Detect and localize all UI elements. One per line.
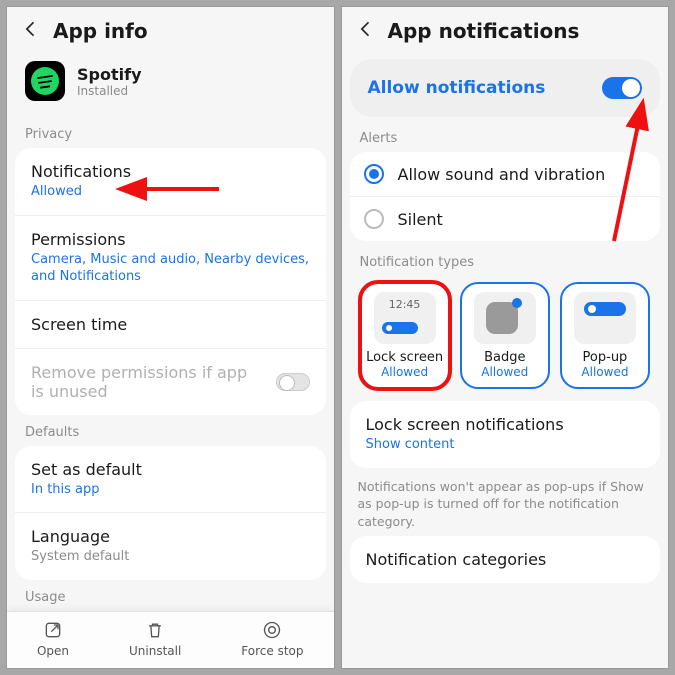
badge-preview-icon bbox=[474, 292, 536, 344]
stop-icon bbox=[262, 620, 282, 640]
page-title: App info bbox=[53, 19, 148, 43]
app-name: Spotify bbox=[77, 65, 142, 84]
row-language[interactable]: Language System default bbox=[15, 512, 326, 580]
action-open[interactable]: Open bbox=[37, 620, 69, 658]
bottom-actions: Open Uninstall Force stop bbox=[7, 611, 334, 668]
lock-notifs-card: Lock screen notifications Show content bbox=[350, 401, 661, 468]
type-popup[interactable]: Pop-up Allowed bbox=[560, 282, 650, 389]
row-screen-time[interactable]: Screen time bbox=[15, 300, 326, 348]
section-defaults: Defaults bbox=[7, 415, 334, 446]
page-title: App notifications bbox=[388, 19, 580, 43]
back-icon[interactable] bbox=[356, 19, 376, 43]
open-icon bbox=[43, 620, 63, 640]
toggle-off-icon[interactable] bbox=[276, 373, 310, 391]
radio-silent[interactable]: Silent bbox=[350, 196, 661, 241]
titlebar: App notifications bbox=[342, 7, 669, 55]
app-status: Installed bbox=[77, 84, 142, 98]
row-set-default[interactable]: Set as default In this app bbox=[15, 446, 326, 513]
toggle-on-icon[interactable] bbox=[602, 77, 642, 99]
titlebar: App info bbox=[7, 7, 334, 55]
row-notification-categories[interactable]: Notification categories bbox=[350, 536, 661, 583]
row-remove-permissions[interactable]: Remove permissions if app is unused bbox=[15, 348, 326, 415]
radio-checked-icon bbox=[364, 164, 384, 184]
section-alerts: Alerts bbox=[342, 117, 669, 152]
type-lock-screen[interactable]: 12:45 Lock screen Allowed bbox=[360, 282, 450, 389]
types-card: 12:45 Lock screen Allowed Badge Allowed … bbox=[350, 276, 661, 393]
lock-preview-icon: 12:45 bbox=[374, 292, 436, 344]
type-badge[interactable]: Badge Allowed bbox=[460, 282, 550, 389]
row-permissions[interactable]: Permissions Camera, Music and audio, Nea… bbox=[15, 215, 326, 300]
row-notifications[interactable]: Notifications Allowed bbox=[15, 148, 326, 215]
app-header: Spotify Installed bbox=[7, 55, 334, 117]
back-icon[interactable] bbox=[21, 19, 41, 43]
section-usage: Usage bbox=[7, 580, 334, 611]
row-lock-screen-notifications[interactable]: Lock screen notifications Show content bbox=[350, 401, 661, 468]
radio-unchecked-icon bbox=[364, 209, 384, 229]
right-panel: App notifications Allow notifications Al… bbox=[341, 6, 670, 669]
spotify-icon bbox=[25, 61, 65, 101]
popup-note: Notifications won't appear as pop-ups if… bbox=[342, 468, 669, 537]
popup-preview-icon bbox=[574, 292, 636, 344]
privacy-card: Notifications Allowed Permissions Camera… bbox=[15, 148, 326, 415]
trash-icon bbox=[145, 620, 165, 640]
left-panel: App info Spotify Installed Privacy Notif… bbox=[6, 6, 335, 669]
section-privacy: Privacy bbox=[7, 117, 334, 148]
defaults-card: Set as default In this app Language Syst… bbox=[15, 446, 326, 580]
categories-card: Notification categories bbox=[350, 536, 661, 583]
action-uninstall[interactable]: Uninstall bbox=[129, 620, 181, 658]
radio-sound[interactable]: Allow sound and vibration bbox=[350, 152, 661, 196]
action-force-stop[interactable]: Force stop bbox=[241, 620, 303, 658]
alerts-card: Allow sound and vibration Silent bbox=[350, 152, 661, 241]
allow-notifications-row[interactable]: Allow notifications bbox=[350, 59, 661, 117]
section-types: Notification types bbox=[342, 241, 669, 276]
